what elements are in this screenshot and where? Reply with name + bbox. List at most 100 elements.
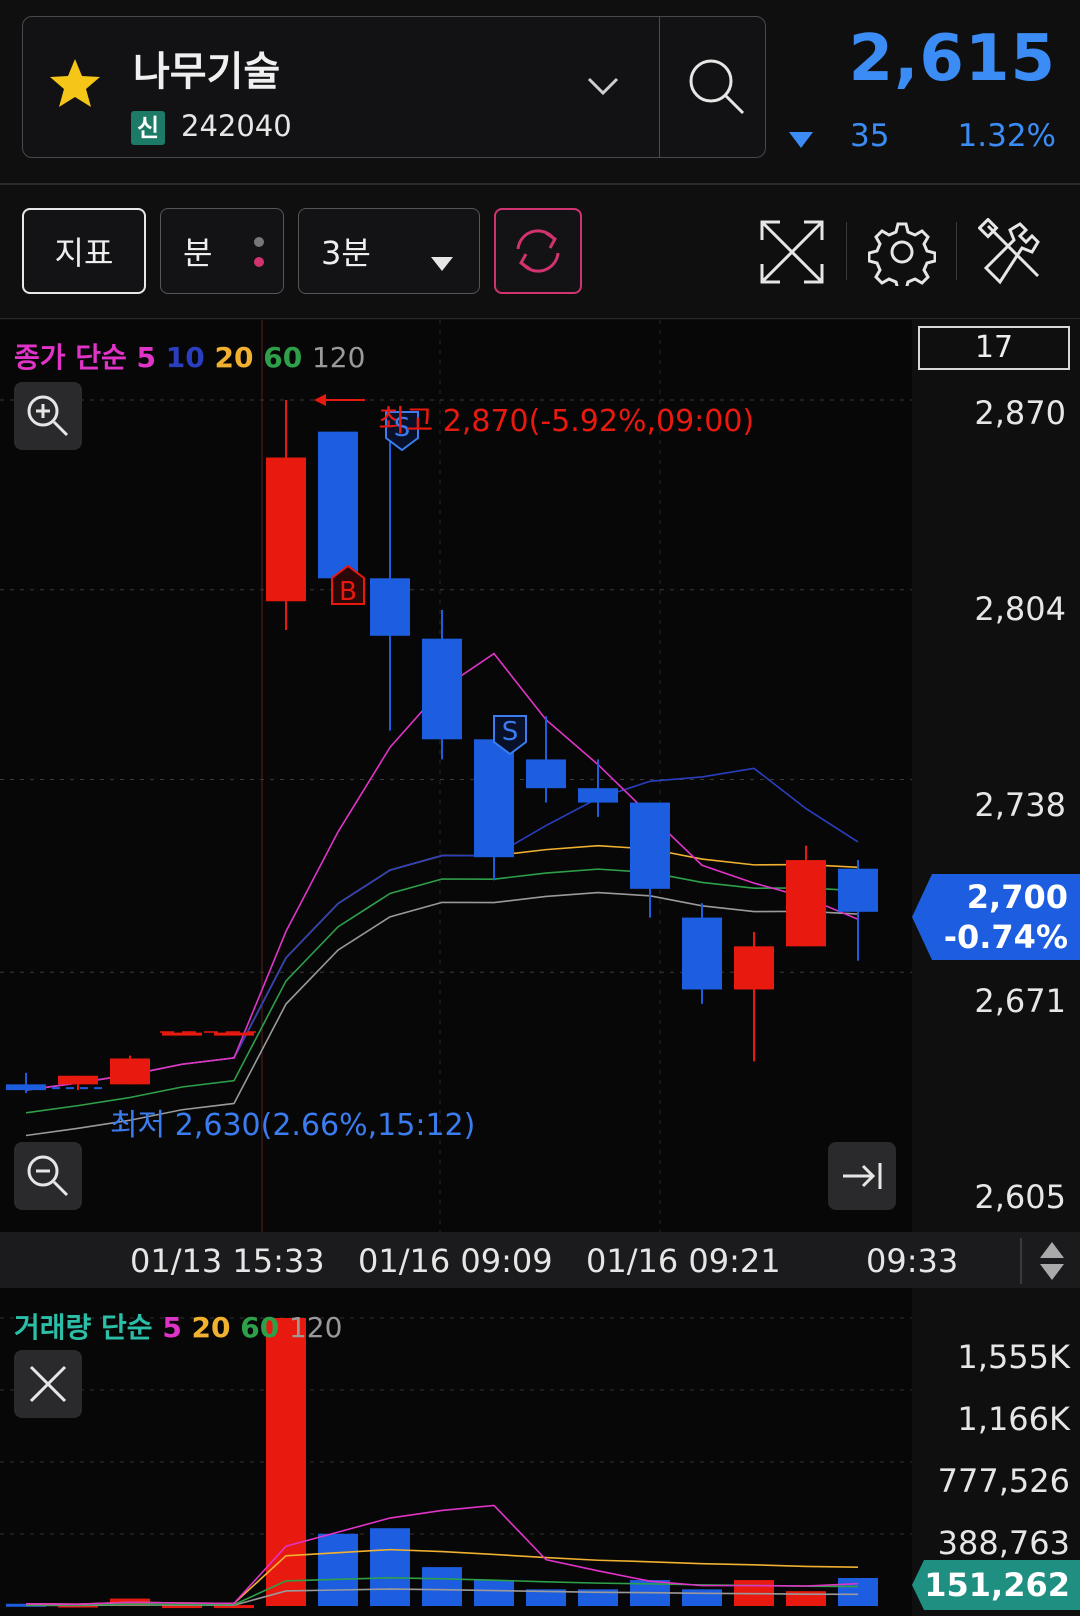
candle-body bbox=[526, 759, 566, 789]
ma-legend-prefix: 종가 단순 bbox=[14, 341, 127, 374]
current-price-tag-pct: -0.74% bbox=[943, 918, 1068, 956]
unit-label: 분 bbox=[183, 234, 213, 272]
candle-body bbox=[110, 1058, 150, 1085]
volume-bar bbox=[474, 1580, 514, 1606]
candle-body bbox=[370, 578, 410, 636]
unit-minute-button[interactable]: 분 bbox=[160, 208, 284, 294]
volume-bar bbox=[682, 1589, 722, 1606]
candle-body bbox=[318, 431, 358, 579]
price-axis[interactable] bbox=[912, 320, 1080, 1232]
candle-body bbox=[6, 1084, 46, 1091]
ma20-line bbox=[25, 844, 859, 1091]
candle-body bbox=[734, 946, 774, 990]
volume-tick: 1,555K bbox=[957, 1338, 1070, 1376]
x-tick: 01/13 15:33 bbox=[130, 1242, 325, 1280]
down-triangle-icon bbox=[788, 130, 814, 150]
volume-bar bbox=[838, 1577, 878, 1606]
volume-tick: 1,166K bbox=[957, 1400, 1070, 1438]
zoom-in-icon bbox=[27, 395, 69, 437]
current-price: 2,615 bbox=[848, 22, 1056, 96]
candle-body bbox=[266, 457, 306, 602]
price-change-pct: 1.32% bbox=[957, 118, 1056, 154]
y-tick: 2,738 bbox=[974, 786, 1066, 824]
volume-legend-prefix: 거래량 단순 bbox=[14, 1311, 153, 1344]
volume-tick: 777,526 bbox=[937, 1462, 1070, 1500]
price-chart-svg: SSB bbox=[0, 320, 912, 1232]
tools-icon[interactable] bbox=[977, 217, 1046, 286]
candle-body bbox=[578, 788, 618, 803]
period-select[interactable]: 3분 bbox=[298, 208, 480, 294]
volume-tick: 388,763 bbox=[937, 1524, 1070, 1562]
sort-icon[interactable] bbox=[1020, 1238, 1080, 1284]
candle-body bbox=[214, 1032, 254, 1036]
volume-legend-20: 20 bbox=[191, 1311, 231, 1344]
divider bbox=[659, 17, 660, 157]
candle-body bbox=[422, 638, 462, 740]
ma-legend-20: 20 bbox=[214, 341, 254, 374]
ma10-line bbox=[25, 767, 859, 1091]
close-volume-button[interactable] bbox=[14, 1350, 82, 1418]
ma-legend-5: 5 bbox=[136, 341, 157, 374]
volume-legend: 거래량 단순 5 20 60 120 bbox=[14, 1306, 342, 1346]
volume-legend-60: 60 bbox=[240, 1311, 280, 1344]
candle-body bbox=[838, 868, 878, 912]
volume-bar bbox=[370, 1528, 410, 1606]
volume-legend-5: 5 bbox=[162, 1311, 182, 1344]
arrow-to-end-icon bbox=[843, 1163, 882, 1189]
indicator-button[interactable]: 지표 bbox=[22, 208, 146, 294]
y-tick: 2,605 bbox=[974, 1178, 1066, 1216]
y-tick: 2,671 bbox=[974, 982, 1066, 1020]
candle-body bbox=[474, 739, 514, 858]
candle-body bbox=[162, 1032, 202, 1036]
period-label: 3분 bbox=[321, 234, 371, 272]
divider bbox=[0, 183, 1080, 185]
refresh-button[interactable] bbox=[494, 208, 582, 294]
candle-body bbox=[682, 917, 722, 990]
credit-badge: 신 bbox=[131, 111, 165, 145]
volume-legend-120: 120 bbox=[288, 1311, 343, 1344]
fullscreen-icon[interactable] bbox=[758, 218, 826, 286]
current-volume-value: 151,262 bbox=[924, 1566, 1070, 1604]
caret-down-icon bbox=[429, 243, 455, 271]
indicator-label: 지표 bbox=[54, 234, 114, 272]
buy-marker-letter: B bbox=[339, 577, 357, 607]
candle-body bbox=[786, 860, 826, 947]
zoom-in-button[interactable] bbox=[14, 382, 82, 450]
search-icon[interactable] bbox=[683, 53, 751, 121]
y-tick: 2,870 bbox=[974, 394, 1066, 432]
visible-count[interactable]: 17 bbox=[918, 326, 1070, 370]
volume-bar bbox=[318, 1533, 358, 1606]
stock-name: 나무기술 bbox=[133, 49, 281, 95]
chevron-down-icon[interactable] bbox=[585, 71, 621, 101]
current-price-tag-value: 2,700 bbox=[966, 878, 1068, 916]
close-icon bbox=[29, 1365, 67, 1403]
divider bbox=[956, 222, 957, 280]
refresh-icon bbox=[508, 221, 568, 281]
scroll-to-latest-button[interactable] bbox=[828, 1142, 896, 1210]
ma60-line bbox=[25, 868, 859, 1114]
ma-legend-10: 10 bbox=[165, 341, 205, 374]
zoom-out-button[interactable] bbox=[14, 1142, 82, 1210]
current-volume-tag: 151,262 bbox=[912, 1560, 1080, 1610]
ma-legend-120: 120 bbox=[311, 341, 366, 374]
gear-icon[interactable] bbox=[867, 218, 937, 292]
candle-body bbox=[630, 802, 670, 889]
current-price-tag: 2,700 -0.74% bbox=[912, 874, 1080, 960]
x-tick: 01/16 09:09 bbox=[358, 1242, 553, 1280]
zoom-out-icon bbox=[27, 1155, 69, 1197]
stock-selector[interactable]: 나무기술 신 242040 bbox=[22, 16, 766, 158]
divider bbox=[846, 222, 847, 280]
high-annotation: 최고 2,870(-5.92%,09:00) bbox=[378, 404, 755, 439]
high-arrow-head bbox=[314, 394, 326, 406]
volume-bar bbox=[422, 1567, 462, 1606]
sell-marker-letter: S bbox=[502, 717, 519, 747]
stock-code: 242040 bbox=[181, 109, 292, 143]
ma-legend: 종가 단순 5 10 20 60 120 bbox=[14, 336, 365, 376]
ma-legend-60: 60 bbox=[263, 341, 303, 374]
price-change: 35 bbox=[850, 118, 890, 154]
low-annotation: 최저 2,630(2.66%,15:12) bbox=[110, 1108, 476, 1143]
divider bbox=[0, 318, 1080, 319]
star-icon[interactable] bbox=[45, 53, 105, 113]
x-tick: 01/16 09:21 bbox=[586, 1242, 781, 1280]
dots-icon bbox=[253, 235, 265, 271]
